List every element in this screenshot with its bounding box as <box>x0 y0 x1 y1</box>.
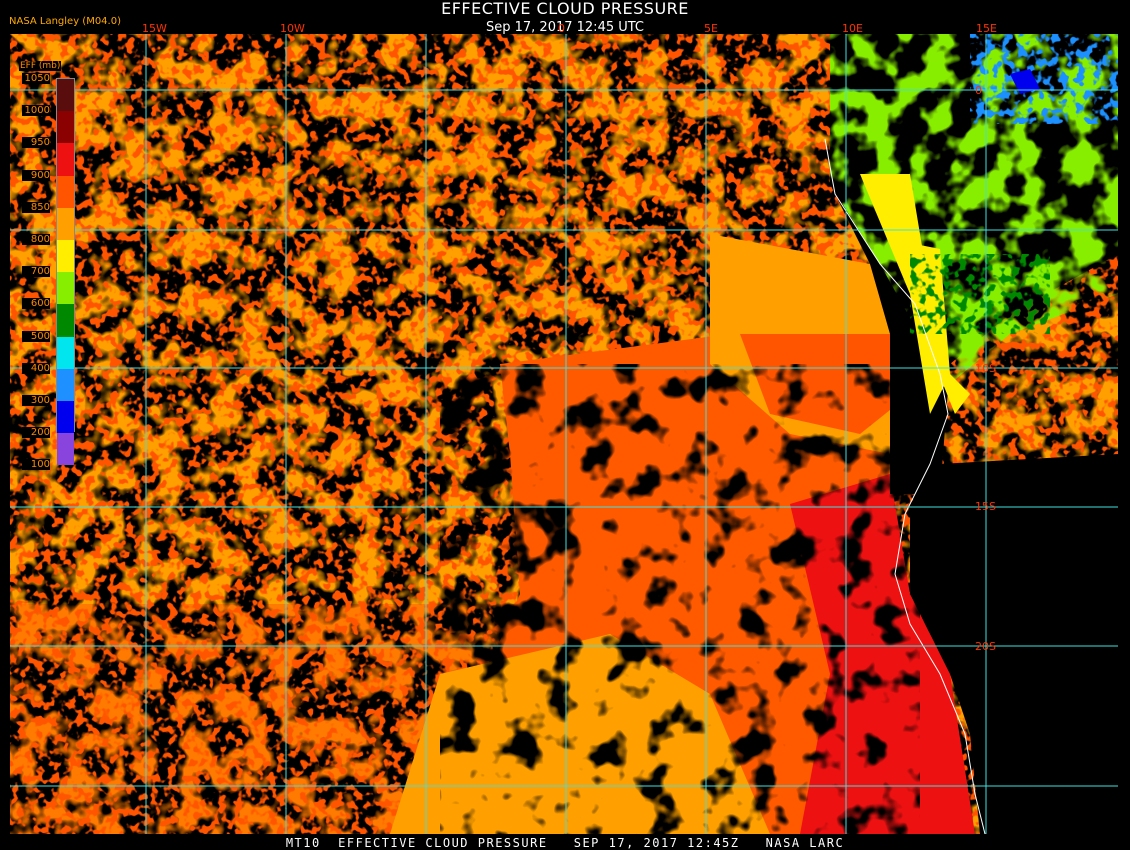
footer-caption: MT10 EFFECTIVE CLOUD PRESSURE SEP 17, 20… <box>285 836 845 850</box>
lon-label: 15W <box>142 22 167 35</box>
lon-label: 0 <box>558 22 565 35</box>
lat-label: 0 <box>975 84 982 97</box>
lat-label: 20S <box>975 640 996 653</box>
cloud-pressure-map <box>10 34 1118 834</box>
lat-label: 10S <box>975 362 996 375</box>
lon-label: 15E <box>976 22 997 35</box>
brand-label: NASA Langley (M04.0) <box>9 16 121 27</box>
lon-label: 5E <box>704 22 718 35</box>
deck-gaps <box>440 364 920 834</box>
lon-label: 10E <box>842 22 863 35</box>
map-title: EFFECTIVE CLOUD PRESSURE <box>441 0 689 18</box>
lat-label: 15S <box>975 500 996 513</box>
lon-label: 10W <box>280 22 305 35</box>
